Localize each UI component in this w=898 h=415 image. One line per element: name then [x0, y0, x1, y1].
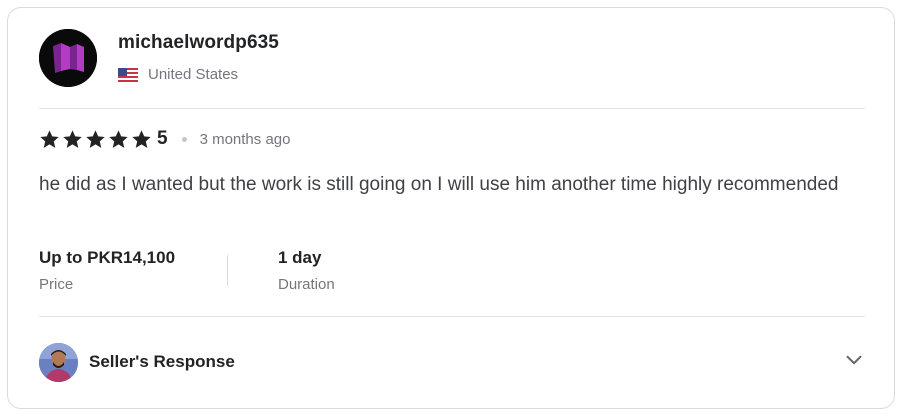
rating-value: 5 [157, 128, 168, 149]
star-icon [86, 129, 105, 148]
review-text: he did as I wanted but the work is still… [39, 174, 839, 195]
separator-dot [181, 136, 187, 142]
review-card: michaelwordp635 United States 5 3 months… [7, 7, 895, 409]
reviewer-logo-icon [39, 29, 97, 87]
star-icon [132, 129, 151, 148]
duration-value: 1 day [278, 248, 322, 267]
reviewer-avatar[interactable] [39, 29, 97, 87]
divider [39, 108, 865, 109]
divider [39, 316, 865, 317]
chevron-down-icon[interactable] [843, 349, 865, 371]
star-rating [39, 129, 152, 150]
seller-response-label: Seller's Response [89, 352, 235, 371]
duration-label: Duration [278, 276, 335, 293]
rating-row: 5 3 months ago [39, 128, 290, 150]
star-icon [63, 129, 82, 148]
country-label: United States [148, 66, 239, 83]
price-block: Up to PKR14,100 Price [39, 248, 175, 293]
star-icon [109, 129, 128, 148]
reviewer-country: United States [118, 66, 238, 83]
us-flag-icon [118, 67, 138, 82]
star-icon [40, 129, 59, 148]
duration-block: 1 day Duration [278, 248, 335, 293]
price-label: Price [39, 276, 74, 293]
review-time: 3 months ago [199, 130, 291, 148]
meta-divider [227, 255, 228, 286]
price-value: Up to PKR14,100 [39, 248, 176, 267]
reviewer-username[interactable]: michaelwordp635 [118, 32, 279, 54]
seller-photo-icon [39, 342, 78, 382]
seller-avatar [39, 342, 78, 382]
seller-response-toggle[interactable]: Seller's Response [39, 342, 865, 382]
